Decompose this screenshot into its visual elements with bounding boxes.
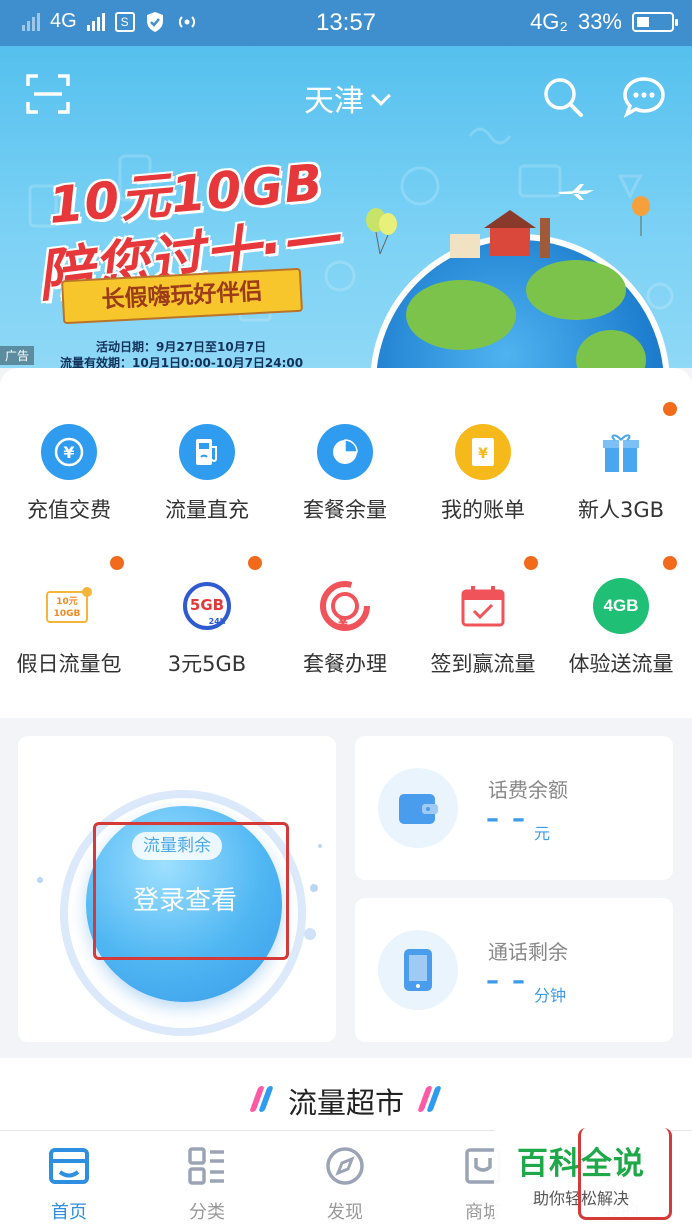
service-label: 新人3GB — [577, 498, 665, 522]
holiday-pack-icon: 10元 10GB — [41, 578, 97, 634]
call-unit: 分钟 — [534, 986, 567, 1005]
city-label: 天津 — [304, 84, 364, 119]
balance-unit: 元 — [534, 824, 551, 843]
battery-percent: 33% — [577, 9, 622, 34]
nav-home[interactable]: 首页 — [0, 1145, 138, 1224]
flow-market-title: 流量超市 — [287, 1086, 404, 1120]
4gb-badge-text: 4GB — [603, 596, 639, 615]
svg-text:24h: 24h — [209, 617, 226, 626]
promo-banner[interactable]: 天津 10元10GB 陪您过十·一 长假嗨玩好伴侣 活动日期：9月27日至10月… — [0, 46, 692, 368]
city-selector[interactable]: 天津 — [0, 76, 692, 120]
highlight-box-profile — [578, 1128, 672, 1220]
service-plan-remain[interactable]: 套餐余量 — [276, 424, 414, 524]
balance-value: – – — [486, 804, 528, 834]
notification-dot — [248, 556, 262, 570]
nav-discover[interactable]: 发现 — [276, 1145, 414, 1224]
notification-dot — [110, 556, 124, 570]
notification-dot — [524, 556, 538, 570]
wallet-icon — [378, 768, 458, 848]
gift-icon — [593, 424, 649, 480]
notification-dot — [663, 402, 677, 416]
plan-icon: ¥ — [317, 578, 373, 634]
home-icon — [49, 1148, 89, 1184]
message-icon[interactable] — [622, 76, 666, 118]
svg-text:10GB: 10GB — [54, 609, 81, 619]
service-holiday-pack[interactable]: 10元 10GB 假日流量包 — [0, 578, 138, 678]
service-my-bill[interactable]: ¥ 我的账单 — [414, 424, 552, 524]
4gb-badge-icon: 4GB — [593, 578, 649, 634]
service-label: 3元5GB — [167, 652, 247, 676]
service-label: 体验送流量 — [568, 652, 674, 676]
compass-icon — [326, 1147, 364, 1185]
bill-icon: ¥ — [455, 424, 511, 480]
svg-text:5GB: 5GB — [190, 596, 224, 614]
landmarks-illustration — [450, 210, 550, 258]
nav-label: 分类 — [189, 1202, 225, 1223]
service-grid: ¥ 充值交费 流量直充 套餐余量 ¥ 我的账单 新人3GB 10元 10GB 假日… — [0, 368, 692, 718]
highlight-box — [93, 822, 289, 960]
service-label: 套餐办理 — [303, 652, 387, 676]
network-label-2: 4G₂ — [530, 9, 568, 34]
orange-balloon-icon — [632, 196, 650, 236]
service-label: 充值交费 — [27, 498, 111, 522]
pie-chart-icon — [317, 424, 373, 480]
checkin-calendar-icon — [455, 578, 511, 634]
service-label: 套餐余量 — [303, 498, 387, 522]
balance-title: 话费余额 — [488, 778, 568, 802]
service-newbie-3gb[interactable]: 新人3GB — [552, 424, 690, 524]
call-title: 通话剩余 — [488, 940, 568, 964]
svg-text:10元: 10元 — [56, 596, 78, 607]
service-3yuan-5gb[interactable]: 5GB 24h 3元5GB — [138, 578, 276, 678]
flow-market-header: 流量超市 — [0, 1058, 692, 1130]
chevron-down-icon — [371, 86, 391, 106]
5gb-badge-icon: 5GB 24h — [179, 578, 235, 634]
service-plan-apply[interactable]: ¥ 套餐办理 — [276, 578, 414, 678]
service-label: 流量直充 — [165, 498, 249, 522]
svg-text:¥: ¥ — [338, 616, 348, 632]
balloon-icon — [366, 208, 397, 255]
service-trial-flow[interactable]: 4GB 体验送流量 — [552, 578, 690, 678]
svg-text:¥: ¥ — [63, 443, 74, 462]
search-icon[interactable] — [542, 76, 584, 118]
category-icon — [188, 1147, 224, 1185]
airplane-icon — [558, 184, 594, 200]
promo-activity-date: 活动日期：9月27日至10月7日 — [96, 340, 267, 354]
service-recharge[interactable]: ¥ 充值交费 — [0, 424, 138, 524]
service-checkin[interactable]: 签到赢流量 — [414, 578, 552, 678]
top-bar: 天津 — [0, 46, 692, 144]
call-value: – – — [486, 966, 528, 996]
phone-icon — [378, 930, 458, 1010]
ad-tag: 广告 — [0, 346, 35, 365]
service-label: 我的账单 — [441, 498, 525, 522]
service-label: 假日流量包 — [16, 652, 122, 676]
service-label: 签到赢流量 — [430, 652, 536, 676]
nav-label: 首页 — [51, 1202, 87, 1223]
service-data-direct[interactable]: 流量直充 — [138, 424, 276, 524]
notification-dot — [663, 556, 677, 570]
svg-text:¥: ¥ — [478, 446, 488, 462]
data-direct-icon — [179, 424, 235, 480]
status-bar: 4G S 13:57 4G₂ 33% — [0, 0, 692, 46]
battery-icon — [632, 12, 678, 32]
nav-category[interactable]: 分类 — [138, 1145, 276, 1224]
recharge-icon: ¥ — [41, 424, 97, 480]
promo-valid-period: 流量有效期：10月1日0:00-10月7日24:00 — [60, 356, 304, 368]
nav-label: 发现 — [327, 1202, 363, 1223]
